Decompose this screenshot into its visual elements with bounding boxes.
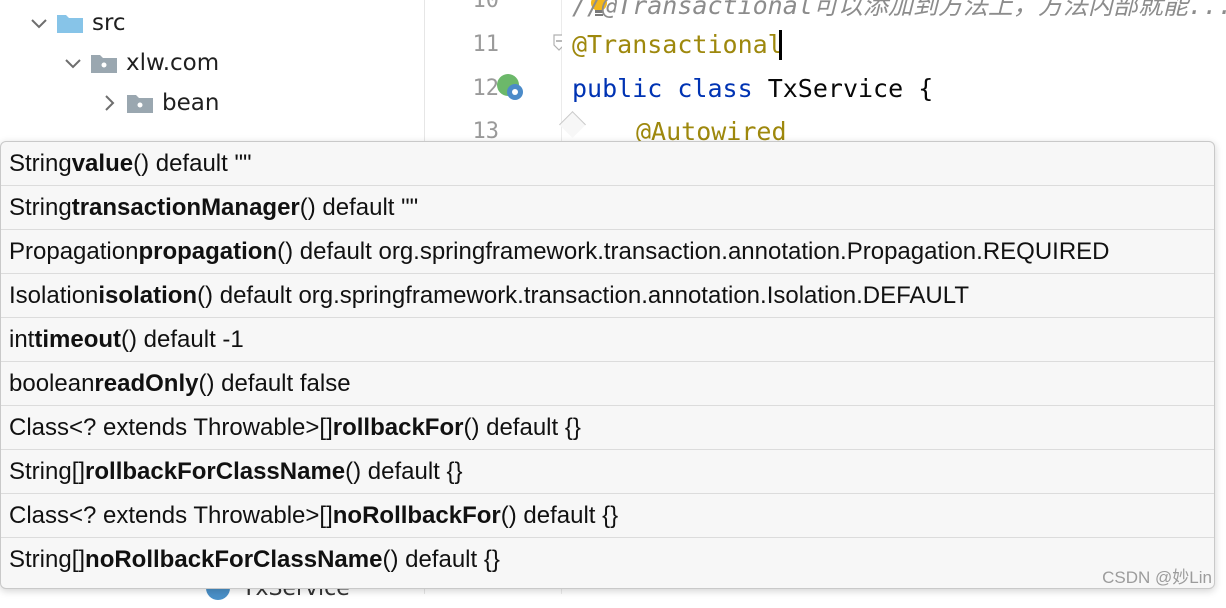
- chevron-down-icon[interactable]: [62, 52, 84, 74]
- signature-row[interactable]: boolean readOnly() default false: [1, 362, 1214, 406]
- signature-row[interactable]: String[] rollbackForClassName() default …: [1, 450, 1214, 494]
- signature-row[interactable]: String value() default "": [1, 142, 1214, 186]
- keyword: class: [677, 74, 753, 103]
- parameter-info-popup: String value() default "" String transac…: [0, 141, 1215, 589]
- tree-item-label: xlw.com: [126, 50, 220, 76]
- signature-text: () default -1: [121, 325, 244, 353]
- signature-method-name: isolation: [98, 281, 198, 309]
- signature-text: String[]: [9, 457, 86, 485]
- tree-item-label: bean: [162, 90, 220, 116]
- signature-text: boolean: [9, 369, 95, 397]
- signature-method-name: rollbackFor: [332, 413, 464, 441]
- signature-text: Class<? extends Throwable>[]: [9, 413, 333, 441]
- signature-text: String[]: [9, 545, 86, 573]
- signature-text: () default "": [299, 193, 419, 221]
- signature-text: () default org.springframework.transacti…: [277, 237, 1110, 265]
- class-name: TxService {: [752, 74, 934, 103]
- signature-text: Isolation: [9, 281, 99, 309]
- signature-row[interactable]: int timeout() default -1: [1, 318, 1214, 362]
- signature-row[interactable]: Propagation propagation() default org.sp…: [1, 230, 1214, 274]
- package-icon: [90, 52, 118, 74]
- spring-bean-icon[interactable]: [495, 72, 527, 104]
- signature-row[interactable]: String[] noRollbackForClassName() defaul…: [1, 538, 1214, 581]
- signature-method-name: timeout: [34, 325, 122, 353]
- signature-text: () default {}: [345, 457, 463, 485]
- signature-text: Class<? extends Throwable>[]: [9, 501, 333, 529]
- chevron-right-icon[interactable]: [98, 92, 120, 114]
- keyword: public: [572, 74, 663, 103]
- signature-method-name: rollbackForClassName: [85, 457, 346, 485]
- folder-icon: [56, 12, 84, 34]
- signature-text: () default org.springframework.transacti…: [197, 281, 969, 309]
- line-number: 10: [472, 0, 500, 13]
- signature-method-name: value: [71, 149, 134, 177]
- tree-item-label: src: [92, 10, 126, 36]
- signature-text: String: [9, 149, 72, 177]
- package-icon: [126, 92, 154, 114]
- signature-row[interactable]: String transactionManager() default "": [1, 186, 1214, 230]
- signature-text: () default {}: [500, 501, 619, 529]
- signature-row[interactable]: Isolation isolation() default org.spring…: [1, 274, 1214, 318]
- tree-item-xlw-com[interactable]: xlw.com: [62, 43, 219, 83]
- signature-text: String: [9, 193, 72, 221]
- signature-text: int: [9, 325, 35, 353]
- chevron-down-icon[interactable]: [28, 12, 50, 34]
- signature-method-name: noRollbackForClassName: [85, 545, 383, 573]
- signature-text: () default {}: [382, 545, 500, 573]
- signature-text: Propagation: [9, 237, 139, 265]
- signature-row[interactable]: Class<? extends Throwable>[] noRollbackF…: [1, 494, 1214, 538]
- watermark: CSDN @妙Lin: [1102, 568, 1212, 587]
- signature-text: () default "": [133, 149, 252, 177]
- tree-item-bean[interactable]: bean: [98, 83, 219, 123]
- signature-method-name: noRollbackFor: [332, 501, 501, 529]
- line-number: 12: [472, 76, 500, 101]
- text-caret: [779, 30, 782, 60]
- line-number: 11: [472, 32, 500, 57]
- code-comment: //@Transactional可以添加到方法上，方法内部就能...: [572, 0, 1226, 20]
- signature-text: () default {}: [463, 413, 581, 441]
- signature-text: () default false: [198, 369, 351, 397]
- signature-method-name: transactionManager: [71, 193, 300, 221]
- signature-row[interactable]: Class<? extends Throwable>[] rollbackFor…: [1, 406, 1214, 450]
- code-class-declaration: public class TxService {: [572, 74, 933, 103]
- tree-item-src[interactable]: src: [28, 3, 126, 43]
- signature-method-name: readOnly: [94, 369, 199, 397]
- code-annotation: @Transactional: [572, 30, 783, 59]
- signature-method-name: propagation: [138, 237, 278, 265]
